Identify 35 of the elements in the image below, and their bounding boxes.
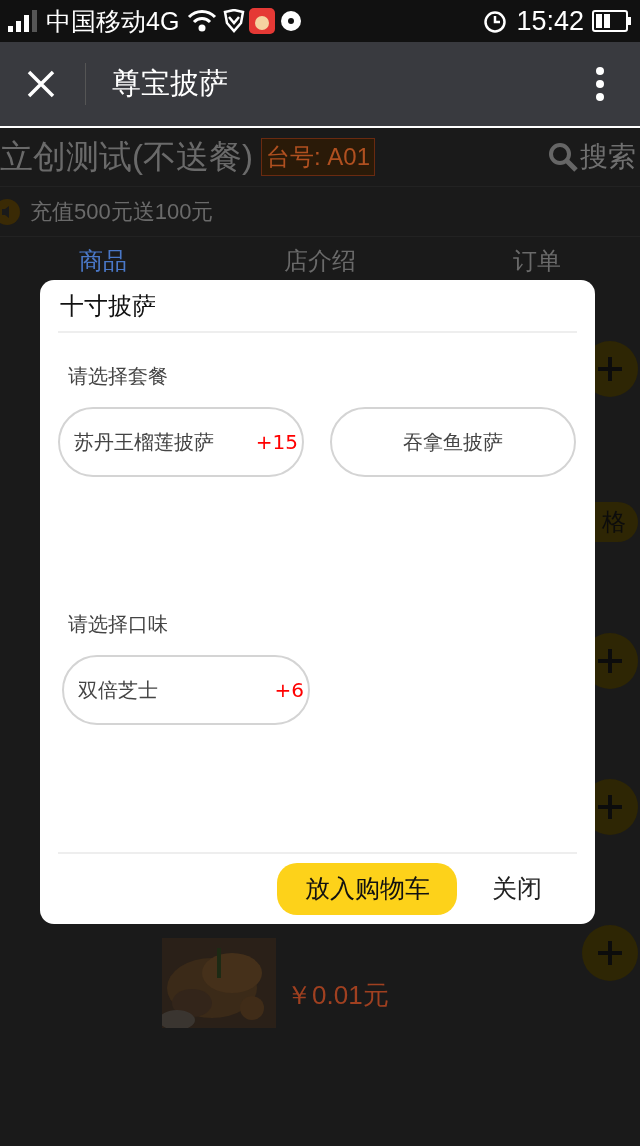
close-button[interactable]: 关闭 [457, 863, 577, 915]
plus-icon [596, 355, 624, 383]
notice-text: 充值500元送100元 [30, 198, 214, 226]
group-label: 请选择套餐 [67, 364, 169, 389]
option-price: +6 [274, 677, 304, 704]
app-icon [249, 8, 276, 34]
wifi-icon [187, 9, 218, 33]
option-name: 吞拿鱼披萨 [403, 430, 503, 455]
plus-icon [596, 793, 624, 821]
alarm-icon [482, 8, 509, 34]
option-button[interactable]: 苏丹王榴莲披萨 +15 [58, 407, 304, 477]
option-button[interactable]: 双倍芝士 +6 [62, 655, 310, 725]
shop-name: 立创测试(不送餐) [0, 137, 253, 178]
search-icon[interactable] [548, 142, 578, 172]
battery-icon [592, 10, 632, 32]
page-title: 尊宝披萨 [112, 66, 228, 102]
option-price: +15 [255, 429, 298, 456]
more-icon[interactable] [596, 67, 604, 101]
plus-icon [596, 647, 624, 675]
close-icon[interactable] [27, 70, 55, 98]
table-tag: 台号: A01 [261, 138, 376, 176]
price-text: ￥0.01元 [286, 978, 389, 1012]
carrier-text: 中国移动4G [46, 8, 180, 34]
shield-icon [223, 9, 246, 33]
search-text[interactable]: 搜索 [580, 136, 636, 178]
dialog-title: 十寸披萨 [60, 290, 156, 321]
plus-icon [596, 939, 624, 967]
clock-text: 15:42 [516, 7, 584, 35]
add-to-cart-button[interactable]: 放入购物车 [277, 863, 457, 915]
signal-icon [8, 10, 38, 32]
option-name: 苏丹王榴莲披萨 [74, 430, 214, 455]
group-label: 请选择口味 [67, 612, 169, 637]
tab[interactable]: 商品 [78, 247, 127, 275]
option-button[interactable]: 吞拿鱼披萨 [330, 407, 576, 477]
option-name: 双倍芝士 [78, 678, 158, 703]
